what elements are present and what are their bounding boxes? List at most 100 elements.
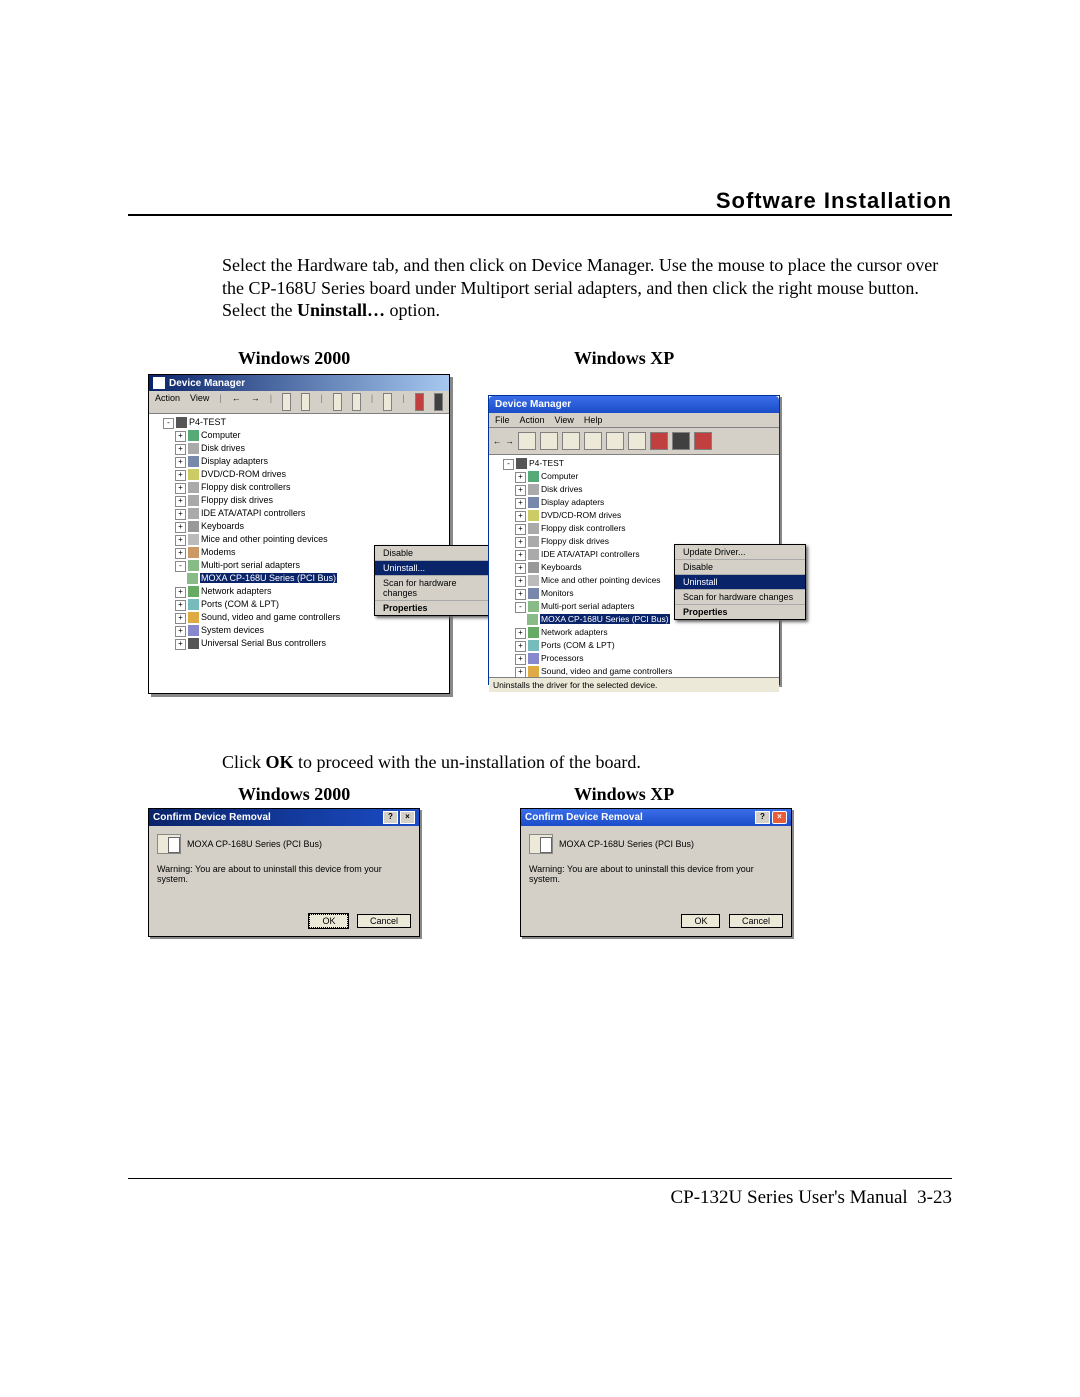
tree-node[interactable]: Multi-port serial adapters: [201, 560, 300, 570]
device-row: MOXA CP-168U Series (PCI Bus): [529, 834, 783, 854]
toolbar-btn[interactable]: [540, 432, 558, 450]
tree-node[interactable]: Floppy disk drives: [201, 495, 273, 505]
device-icon: [529, 834, 553, 854]
help-icon[interactable]: ?: [383, 811, 398, 824]
toolbar-btn[interactable]: [606, 432, 624, 450]
toolbar-btn[interactable]: [628, 432, 646, 450]
toolbar-btn[interactable]: [383, 393, 392, 411]
tree-node[interactable]: Multi-port serial adapters: [541, 601, 635, 611]
page-footer: CP-132U Series User's Manual 3-23: [670, 1187, 952, 1209]
toolbar-btn[interactable]: [584, 432, 602, 450]
ctx-uninstall[interactable]: Uninstall...: [375, 561, 495, 576]
menu-help[interactable]: Help: [584, 415, 603, 425]
fwd-icon[interactable]: →: [506, 436, 515, 446]
warning-text: Warning: You are about to uninstall this…: [157, 864, 411, 884]
tree-node[interactable]: Monitors: [541, 588, 574, 598]
device-manager-w2k-window: Device Manager Action View | ← → | | | |…: [148, 374, 450, 694]
menu-action[interactable]: Action: [520, 415, 545, 425]
tree-node[interactable]: Keyboards: [201, 521, 244, 531]
tree-node[interactable]: Keyboards: [541, 562, 582, 572]
para1-suffix: option.: [385, 300, 440, 320]
toolbar-btn[interactable]: [415, 393, 424, 411]
tree-node[interactable]: Ports (COM & LPT): [541, 640, 615, 650]
titlebar: Device Manager: [149, 375, 449, 391]
toolbar-btn[interactable]: [562, 432, 580, 450]
tree-node[interactable]: Display adapters: [541, 497, 604, 507]
tree-node[interactable]: Processors: [541, 653, 584, 663]
titlebar: Confirm Device Removal ? ×: [521, 809, 791, 826]
header-rule: [128, 214, 952, 216]
tree-node[interactable]: Mice and other pointing devices: [541, 575, 661, 585]
tree-node[interactable]: DVD/CD-ROM drives: [201, 469, 286, 479]
device-name: MOXA CP-168U Series (PCI Bus): [187, 839, 322, 849]
tree-node[interactable]: Floppy disk controllers: [201, 482, 291, 492]
tree-node[interactable]: Display adapters: [201, 456, 268, 466]
tree-node[interactable]: Sound, video and game controllers: [541, 666, 672, 676]
toolbar-btn[interactable]: [282, 393, 291, 411]
fwd-icon[interactable]: →: [251, 393, 260, 411]
close-icon[interactable]: ×: [400, 811, 415, 824]
device-manager-wxp-window: Device Manager File Action View Help ← →…: [488, 395, 780, 685]
menu-action[interactable]: Action: [155, 393, 180, 411]
menu-view[interactable]: View: [555, 415, 574, 425]
menu-file[interactable]: File: [495, 415, 510, 425]
tree-node-selected[interactable]: MOXA CP-168U Series (PCI Bus): [200, 573, 337, 583]
cancel-button[interactable]: Cancel: [357, 914, 411, 928]
para2-bold: OK: [266, 752, 294, 772]
tree-node[interactable]: Computer: [541, 471, 578, 481]
tree-node[interactable]: Ports (COM & LPT): [201, 599, 279, 609]
label-w2k-1: Windows 2000: [238, 348, 350, 369]
tree-node[interactable]: Floppy disk drives: [541, 536, 609, 546]
ok-button[interactable]: OK: [309, 914, 348, 928]
confirm-dialog-wxp: Confirm Device Removal ? × MOXA CP-168U …: [520, 808, 792, 937]
toolbar-btn[interactable]: [650, 432, 668, 450]
tree-node[interactable]: Modems: [201, 547, 236, 557]
toolbar-btn[interactable]: [434, 393, 443, 411]
menubar: File Action View Help: [489, 413, 779, 428]
toolbar-btn[interactable]: [518, 432, 536, 450]
label-wxp-1: Windows XP: [574, 348, 674, 369]
toolbar-btn[interactable]: [672, 432, 690, 450]
tree-node[interactable]: Sound, video and game controllers: [201, 612, 340, 622]
tree-node[interactable]: Floppy disk controllers: [541, 523, 626, 533]
ctx-disable[interactable]: Disable: [675, 560, 805, 575]
ctx-disable[interactable]: Disable: [375, 546, 495, 561]
page-number: 3-23: [917, 1187, 952, 1208]
tree-node[interactable]: Mice and other pointing devices: [201, 534, 328, 544]
help-icon[interactable]: ?: [755, 811, 770, 824]
ctx-properties[interactable]: Properties: [375, 601, 495, 615]
toolbar-btn[interactable]: [301, 393, 310, 411]
ok-button[interactable]: OK: [681, 914, 720, 928]
tree-node[interactable]: System devices: [201, 625, 264, 635]
tree-node-selected[interactable]: MOXA CP-168U Series (PCI Bus): [540, 614, 670, 624]
toolbar-btn[interactable]: [333, 393, 342, 411]
tree-root[interactable]: P4-TEST: [189, 417, 226, 427]
back-icon[interactable]: ←: [493, 436, 502, 446]
toolbar-btn[interactable]: [352, 393, 361, 411]
tree-node[interactable]: IDE ATA/ATAPI controllers: [201, 508, 305, 518]
tree-node[interactable]: Disk drives: [201, 443, 245, 453]
menu-view[interactable]: View: [190, 393, 209, 411]
toolbar-btn[interactable]: [694, 432, 712, 450]
device-name: MOXA CP-168U Series (PCI Bus): [559, 839, 694, 849]
window-buttons: ? ×: [383, 811, 415, 824]
tree-node[interactable]: Universal Serial Bus controllers: [201, 638, 326, 648]
tree-node[interactable]: Network adapters: [541, 627, 608, 637]
cancel-button[interactable]: Cancel: [729, 914, 783, 928]
tree-node[interactable]: Network adapters: [201, 586, 272, 596]
tree-node[interactable]: Computer: [201, 430, 241, 440]
ctx-update[interactable]: Update Driver...: [675, 545, 805, 560]
tree-node[interactable]: DVD/CD-ROM drives: [541, 510, 621, 520]
close-icon[interactable]: ×: [772, 811, 787, 824]
ctx-scan[interactable]: Scan for hardware changes: [375, 576, 495, 601]
tree-node[interactable]: IDE ATA/ATAPI controllers: [541, 549, 640, 559]
ctx-uninstall[interactable]: Uninstall: [675, 575, 805, 590]
dialog-body: MOXA CP-168U Series (PCI Bus) Warning: Y…: [149, 826, 419, 936]
tree-root[interactable]: P4-TEST: [529, 458, 564, 468]
titlebar: Device Manager: [489, 396, 779, 413]
ctx-properties[interactable]: Properties: [675, 605, 805, 619]
back-icon[interactable]: ←: [232, 393, 241, 411]
ctx-scan[interactable]: Scan for hardware changes: [675, 590, 805, 605]
tree-node[interactable]: Disk drives: [541, 484, 583, 494]
dialog-body: MOXA CP-168U Series (PCI Bus) Warning: Y…: [521, 826, 791, 936]
